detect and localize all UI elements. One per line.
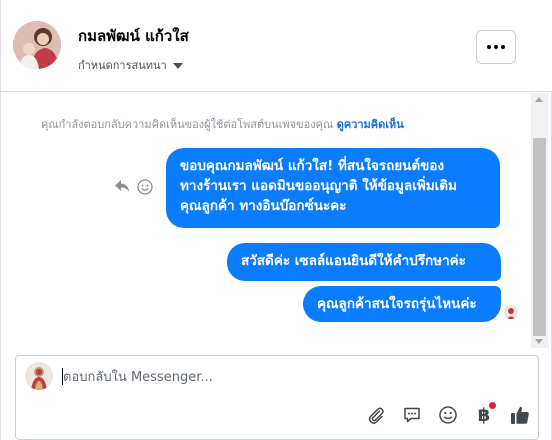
message-bubble[interactable]: คุณลูกค้าสนใจรถรุ่นไหนค่ะ	[303, 286, 501, 322]
reply-composer: ฿	[15, 355, 539, 440]
assign-conversation-dropdown[interactable]: กำหนดการสนทนา	[78, 56, 183, 74]
page-avatar	[25, 362, 53, 390]
assign-label: กำหนดการสนทนา	[78, 59, 167, 72]
comment-reply-notice: คุณกำลังตอบกลับความคิดเห็นของผู้ใช้ต่อโพ…	[41, 115, 404, 133]
chevron-down-icon	[172, 62, 183, 69]
react-emoji-icon[interactable]	[137, 179, 153, 195]
message-bubble[interactable]: ขอบคุณกมลพัฒน์ แก้วใส! ที่สนใจรถยนต์ของ …	[166, 148, 500, 228]
vertical-scrollbar[interactable]	[531, 93, 548, 348]
seen-avatar	[504, 305, 518, 319]
message-line: ทางร้านเรา แอดมินขออนุญาติ ให้ข้อมูลเพิ่…	[180, 178, 457, 194]
more-horizontal-icon	[487, 45, 491, 49]
contact-avatar[interactable]	[13, 21, 61, 69]
view-comment-link[interactable]: ดูความคิดเห็น	[337, 118, 404, 131]
reply-icon[interactable]	[114, 179, 130, 193]
emoji-icon	[439, 406, 457, 424]
saved-reply-button[interactable]	[394, 400, 430, 430]
message-line: ขอบคุณกมลพัฒน์ แก้วใส! ที่สนใจรถยนต์ของ	[180, 158, 445, 174]
saved-reply-icon	[404, 407, 420, 423]
messenger-panel: กมลพัฒน์ แก้วใส กำหนดการสนทนา คุณกำลังตอ…	[0, 0, 552, 440]
contact-name: กมลพัฒน์ แก้วใส	[78, 27, 189, 45]
scroll-up-arrow-icon[interactable]	[535, 97, 543, 102]
payment-button[interactable]: ฿	[466, 400, 502, 430]
reply-input[interactable]	[63, 366, 493, 388]
more-options-button[interactable]	[476, 30, 516, 64]
message-bubble[interactable]: สวัสดีค่ะ เซลล์แอนยินดีให้คำปรึกษาค่ะ	[227, 243, 501, 281]
message-thread: คุณกำลังตอบกลับความคิดเห็นของผู้ใช้ต่อโพ…	[1, 93, 531, 345]
like-icon	[511, 406, 529, 424]
attach-button[interactable]	[358, 400, 394, 430]
attach-icon	[368, 407, 384, 424]
message-line: คุณลูกค้า ทางอินบ๊อกซ์นะคะ	[180, 198, 347, 214]
emoji-button[interactable]	[430, 400, 466, 430]
composer-toolbar: ฿	[358, 400, 538, 430]
notification-dot	[489, 402, 496, 409]
baht-payment-icon: ฿	[477, 404, 491, 426]
notice-text: คุณกำลังตอบกลับความคิดเห็นของผู้ใช้ต่อโพ…	[41, 118, 334, 131]
conversation-header: กมลพัฒน์ แก้วใส กำหนดการสนทนา	[1, 0, 552, 92]
scrollbar-thumb[interactable]	[533, 138, 546, 336]
scroll-down-arrow-icon[interactable]	[535, 339, 543, 344]
like-button[interactable]	[502, 400, 538, 430]
